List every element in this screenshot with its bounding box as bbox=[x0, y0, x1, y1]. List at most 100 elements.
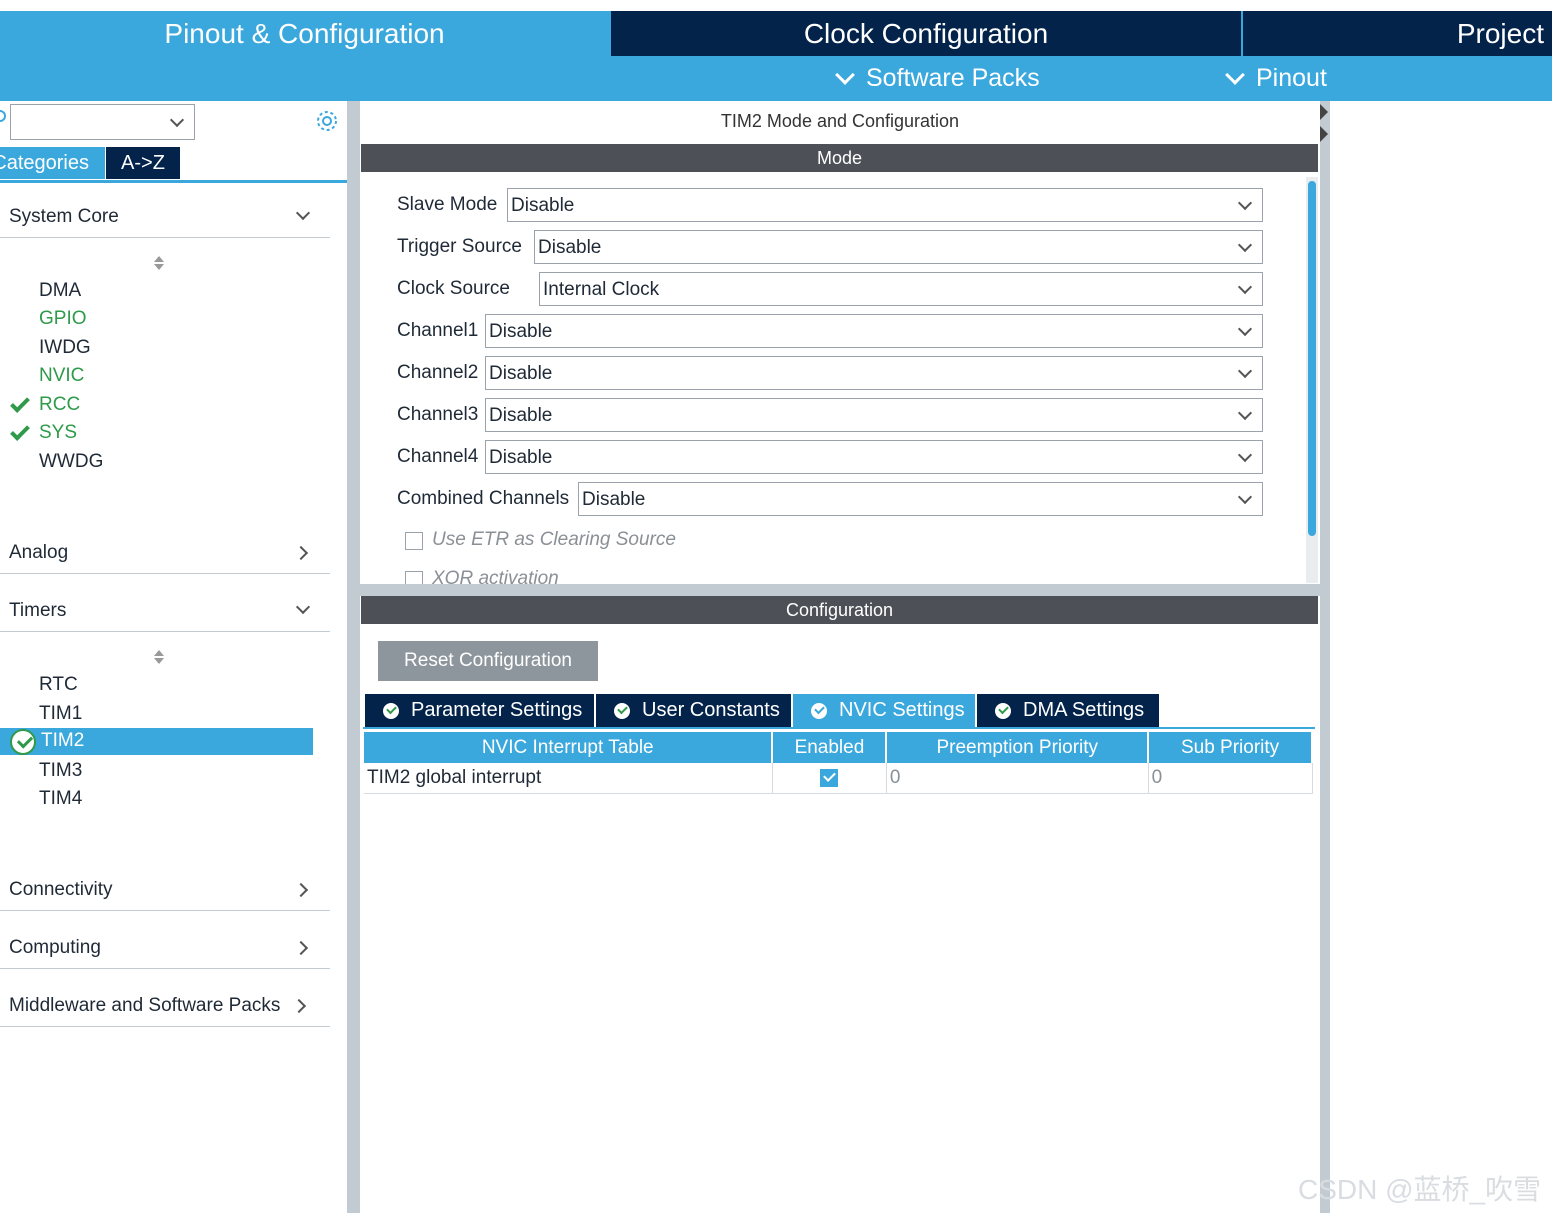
channel4-select[interactable]: Disable bbox=[485, 440, 1263, 474]
combined-channels-select[interactable]: Disable bbox=[578, 482, 1263, 516]
channel2-row: Channel2 Disable bbox=[397, 356, 1263, 390]
chevron-down-icon bbox=[169, 112, 185, 128]
trigger-source-select[interactable]: Disable bbox=[534, 230, 1263, 264]
sort-icon[interactable] bbox=[153, 650, 165, 666]
item-label: RTC bbox=[39, 674, 78, 695]
reset-configuration-button[interactable]: Reset Configuration bbox=[378, 641, 598, 681]
field-label: Channel3 bbox=[397, 404, 479, 425]
chevron-right-icon bbox=[293, 882, 309, 898]
interrupt-name-cell: TIM2 global interrupt bbox=[364, 763, 773, 794]
column-header[interactable]: Sub Priority bbox=[1148, 732, 1313, 763]
check-circle-icon bbox=[811, 702, 827, 719]
preemption-priority-cell[interactable]: 0 bbox=[886, 763, 1149, 794]
field-label: Channel4 bbox=[397, 446, 479, 467]
right-splitter[interactable] bbox=[1320, 101, 1330, 1213]
chevron-down-icon bbox=[1237, 279, 1253, 295]
list-item-tim2[interactable]: TIM2 bbox=[0, 728, 313, 755]
mode-clip: XOR activation bbox=[360, 569, 1306, 584]
column-header[interactable]: Preemption Priority bbox=[886, 732, 1150, 763]
nvic-interrupt-table: NVIC Interrupt Table Enabled Preemption … bbox=[364, 732, 1313, 794]
chevron-down-icon bbox=[295, 599, 311, 615]
group-label: Connectivity bbox=[9, 879, 113, 900]
column-header[interactable]: NVIC Interrupt Table bbox=[364, 732, 774, 763]
list-item-wwdg[interactable]: WWDG bbox=[0, 449, 313, 476]
clock-source-row: Clock Source Internal Clock bbox=[397, 272, 1263, 306]
group-timers[interactable]: Timers bbox=[0, 592, 330, 632]
item-label: TIM2 bbox=[41, 730, 85, 751]
left-splitter[interactable] bbox=[347, 101, 360, 1213]
tab-user-constants[interactable]: User Constants bbox=[596, 694, 791, 727]
check-circle-icon bbox=[995, 702, 1011, 719]
tab-label: User Constants bbox=[642, 699, 780, 721]
tab-dma-settings[interactable]: DMA Settings bbox=[977, 694, 1159, 727]
pinout-menu[interactable]: Pinout bbox=[1225, 56, 1327, 101]
group-label: Middleware and Software Packs bbox=[9, 995, 281, 1016]
tab-categories[interactable]: Categories bbox=[0, 147, 105, 179]
enabled-cell bbox=[772, 763, 887, 794]
table-row[interactable]: TIM2 global interrupt 0 0 bbox=[364, 763, 1313, 794]
sub-priority-cell[interactable]: 0 bbox=[1148, 763, 1313, 794]
list-item-tim1[interactable]: TIM1 bbox=[0, 701, 313, 728]
tab-clock-configuration[interactable]: Clock Configuration bbox=[611, 11, 1241, 56]
channel2-select[interactable]: Disable bbox=[485, 356, 1263, 390]
list-item-rtc[interactable]: RTC bbox=[0, 672, 313, 699]
collapse-arrow-icon[interactable] bbox=[1320, 104, 1328, 120]
enabled-checkbox[interactable] bbox=[820, 768, 839, 787]
item-label: TIM4 bbox=[39, 788, 83, 809]
slave-mode-select[interactable]: Disable bbox=[507, 188, 1263, 222]
tab-nvic-settings[interactable]: NVIC Settings bbox=[793, 694, 975, 727]
mode-configuration-panel: TIM2 Mode and Configuration Mode Slave M… bbox=[360, 101, 1320, 1213]
categories-panel bbox=[0, 101, 347, 1213]
check-circle-icon bbox=[383, 702, 399, 719]
list-item-tim4[interactable]: TIM4 bbox=[0, 786, 313, 813]
stm32cubemx-window: Pinout & Configuration Clock Configurati… bbox=[0, 0, 1552, 1213]
list-item-tim3[interactable]: TIM3 bbox=[0, 758, 313, 785]
channel1-select[interactable]: Disable bbox=[485, 314, 1263, 348]
item-label: WWDG bbox=[39, 451, 104, 472]
mode-scrollbar-thumb[interactable] bbox=[1308, 181, 1316, 536]
sort-icon[interactable] bbox=[153, 256, 165, 272]
list-item-dma[interactable]: DMA bbox=[0, 278, 313, 305]
section-splitter[interactable] bbox=[360, 584, 1320, 596]
tab-project[interactable]: Project bbox=[1243, 11, 1552, 56]
list-item-sys[interactable]: SYS bbox=[0, 420, 313, 447]
group-connectivity[interactable]: Connectivity bbox=[0, 871, 330, 911]
select-value: Disable bbox=[489, 447, 553, 468]
tab-pinout-configuration[interactable]: Pinout & Configuration bbox=[0, 11, 609, 56]
item-label: DMA bbox=[39, 280, 82, 301]
list-item-nvic[interactable]: NVIC bbox=[0, 363, 313, 390]
group-computing[interactable]: Computing bbox=[0, 929, 330, 969]
chevron-right-icon bbox=[291, 998, 307, 1014]
group-label: Timers bbox=[9, 600, 67, 621]
group-system-core[interactable]: System Core bbox=[0, 198, 330, 238]
clock-source-select[interactable]: Internal Clock bbox=[539, 272, 1263, 306]
group-middleware[interactable]: Middleware and Software Packs bbox=[0, 987, 330, 1027]
chevron-down-icon bbox=[1237, 237, 1253, 253]
field-label: Channel1 bbox=[397, 320, 479, 341]
use-etr-checkbox[interactable] bbox=[405, 532, 423, 550]
field-label: Trigger Source bbox=[397, 236, 522, 257]
field-label: Channel2 bbox=[397, 362, 479, 383]
collapse-arrow-icon[interactable] bbox=[1320, 126, 1328, 142]
tab-a-to-z[interactable]: A->Z bbox=[106, 147, 180, 179]
channel3-select[interactable]: Disable bbox=[485, 398, 1263, 432]
chevron-down-icon bbox=[1237, 195, 1253, 211]
item-label: RCC bbox=[39, 394, 81, 415]
gear-icon[interactable] bbox=[315, 109, 339, 133]
select-value: Disable bbox=[489, 363, 553, 384]
software-packs-menu[interactable]: Software Packs bbox=[835, 56, 1040, 101]
channel1-row: Channel1 Disable bbox=[397, 314, 1263, 348]
tab-parameter-settings[interactable]: Parameter Settings bbox=[365, 694, 594, 727]
list-item-gpio[interactable]: GPIO bbox=[0, 306, 313, 333]
software-packs-label: Software Packs bbox=[866, 64, 1040, 92]
select-value: Disable bbox=[489, 321, 553, 342]
group-analog[interactable]: Analog bbox=[0, 534, 330, 574]
select-value: Disable bbox=[582, 489, 646, 510]
field-label: Slave Mode bbox=[397, 194, 498, 215]
chevron-down-icon bbox=[1237, 363, 1253, 379]
list-item-iwdg[interactable]: IWDG bbox=[0, 335, 313, 362]
column-header[interactable]: Enabled bbox=[772, 732, 888, 763]
search-combo[interactable] bbox=[10, 104, 195, 140]
xor-activation-checkbox[interactable] bbox=[405, 571, 423, 584]
list-item-rcc[interactable]: RCC bbox=[0, 392, 313, 419]
